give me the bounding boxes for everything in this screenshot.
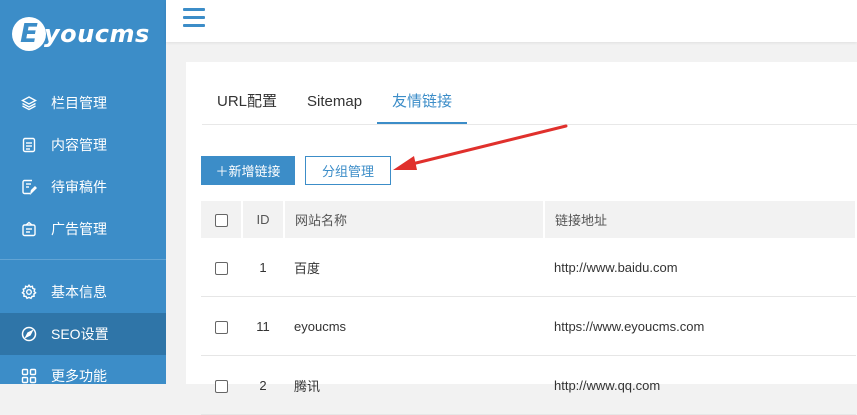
- links-table: ID 网站名称 链接地址 1 百度 http://www.baidu.com 1…: [201, 201, 857, 415]
- add-link-button[interactable]: ＋新增链接: [201, 156, 295, 185]
- header-checkbox-cell: [201, 201, 243, 238]
- row-link-url: https://www.eyoucms.com: [544, 296, 856, 356]
- sidebar-item-label: 内容管理: [51, 137, 107, 153]
- sidebar-item-label: 栏目管理: [51, 95, 107, 111]
- table-header-row: ID 网站名称 链接地址: [201, 201, 857, 238]
- row-id: 2: [242, 355, 284, 415]
- sidebar-item-label: 待审稿件: [51, 179, 107, 195]
- row-checkbox-cell: [201, 238, 242, 297]
- select-all-checkbox[interactable]: [214, 214, 228, 228]
- row-checkbox[interactable]: [215, 320, 228, 334]
- sidebar-item-label: 广告管理: [51, 221, 107, 237]
- grid-icon: [21, 368, 37, 384]
- sidebar-item-pending[interactable]: 待审稿件: [0, 166, 166, 208]
- row-id: 1: [242, 238, 284, 297]
- hamburger-menu-icon[interactable]: [183, 8, 205, 28]
- sidebar-divider: [0, 259, 166, 260]
- layers-icon: [21, 95, 37, 111]
- row-link-url: http://www.qq.com: [544, 355, 856, 415]
- header-site-name: 网站名称: [284, 201, 545, 238]
- top-bar: [166, 0, 857, 42]
- sidebar-item-label: 更多功能: [51, 368, 107, 384]
- row-site-name: 腾讯: [284, 355, 544, 415]
- tab-bar: URL配置 Sitemap 友情链接: [202, 81, 857, 125]
- sidebar-item-seo[interactable]: SEO设置: [0, 313, 166, 355]
- logo-text: youcms: [44, 20, 150, 48]
- logo-mark: E: [12, 17, 46, 51]
- sidebar-item-label: 基本信息: [51, 284, 107, 300]
- table-row: 1 百度 http://www.baidu.com: [201, 238, 856, 297]
- compass-icon: [21, 326, 37, 342]
- row-checkbox-cell: [201, 296, 242, 356]
- row-id: 11: [242, 296, 284, 356]
- header-id: ID: [242, 201, 285, 238]
- ad-icon: [21, 221, 37, 237]
- sidebar-item-columns[interactable]: 栏目管理: [0, 82, 166, 124]
- sidebar: E youcms 栏目管理 内容管理 待审稿件 广告管理 基本信息 SEO设置 …: [0, 0, 166, 384]
- tab-url-config[interactable]: URL配置: [202, 81, 292, 123]
- table-row: 11 eyoucms https://www.eyoucms.com: [201, 296, 856, 356]
- sidebar-item-label: SEO设置: [51, 326, 109, 342]
- main-panel: URL配置 Sitemap 友情链接 ＋新增链接 分组管理 ID 网站名称 链接…: [186, 62, 857, 415]
- sidebar-item-more[interactable]: 更多功能: [0, 355, 166, 384]
- group-manage-button[interactable]: 分组管理: [305, 156, 391, 185]
- sidebar-item-ads[interactable]: 广告管理: [0, 208, 166, 250]
- row-site-name: 百度: [284, 238, 544, 297]
- row-checkbox-cell: [201, 355, 242, 415]
- sidebar-item-content[interactable]: 内容管理: [0, 124, 166, 166]
- row-site-name: eyoucms: [284, 296, 544, 356]
- row-checkbox[interactable]: [215, 261, 228, 275]
- header-link-url: 链接地址: [544, 201, 857, 238]
- tab-friend-links[interactable]: 友情链接: [377, 81, 468, 124]
- row-link-url: http://www.baidu.com: [544, 238, 856, 297]
- table-row: 2 腾讯 http://www.qq.com: [201, 355, 856, 415]
- logo[interactable]: E youcms: [12, 14, 150, 54]
- sidebar-item-basic-info[interactable]: 基本信息: [0, 271, 166, 313]
- row-checkbox[interactable]: [215, 379, 228, 393]
- tab-sitemap[interactable]: Sitemap: [292, 81, 377, 123]
- gear-icon: [21, 284, 37, 300]
- edit-document-icon: [21, 179, 37, 195]
- document-icon: [21, 137, 37, 153]
